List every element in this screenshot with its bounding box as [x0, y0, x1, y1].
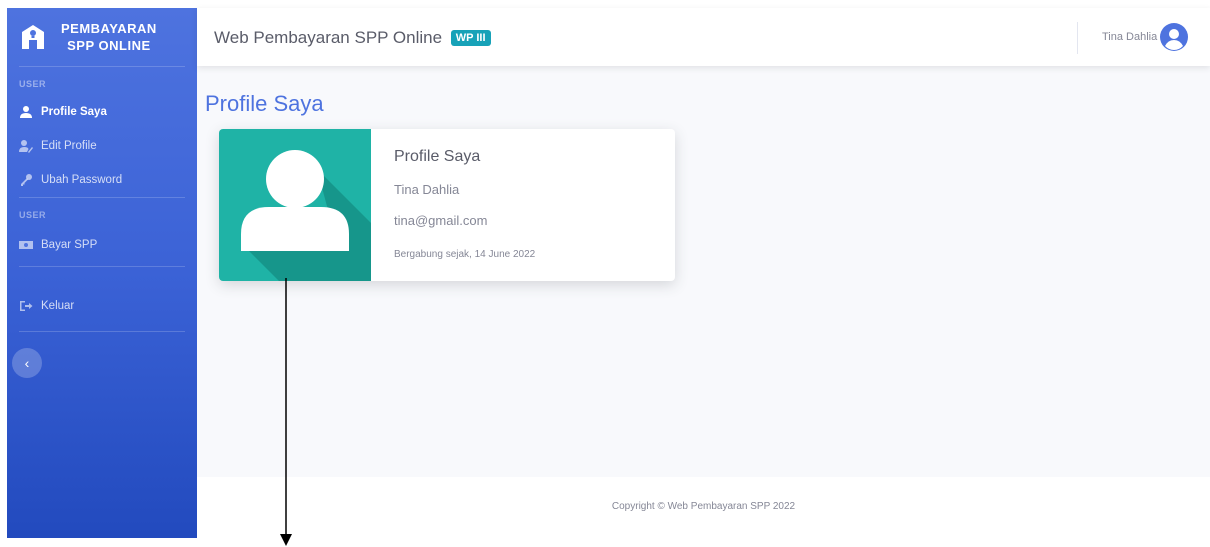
- brand-line2: SPP ONLINE: [67, 38, 151, 53]
- sidebar-item-ubah-password[interactable]: Ubah Password: [7, 163, 197, 197]
- user-edit-icon: [19, 140, 33, 153]
- key-icon: [21, 174, 32, 186]
- arrow-down-icon: [280, 278, 292, 546]
- money-icon: [19, 241, 33, 249]
- sidebar-item-profile-saya[interactable]: Profile Saya: [7, 95, 197, 129]
- page-title: Profile Saya: [205, 91, 324, 116]
- sidebar-item-bayar-spp[interactable]: Bayar SPP: [7, 228, 197, 262]
- sidebar-divider: [19, 331, 185, 332]
- sidebar-item-label: Bayar SPP: [41, 239, 98, 251]
- topbar: Web Pembayaran SPP Online WP III Tina Da…: [197, 8, 1210, 66]
- version-badge: WP III: [450, 30, 491, 46]
- sidebar: PEMBAYARAN SPP ONLINE USER Profile Saya …: [7, 8, 197, 538]
- topbar-title-text: Web Pembayaran SPP Online: [214, 28, 443, 47]
- sidebar-item-label: Ubah Password: [41, 174, 123, 186]
- sidebar-item-keluar[interactable]: Keluar: [7, 289, 197, 323]
- user-icon: [20, 106, 32, 118]
- card-title: Profile Saya: [394, 148, 481, 165]
- profile-email: tina@gmail.com: [394, 213, 488, 228]
- brand[interactable]: PEMBAYARAN SPP ONLINE: [7, 8, 197, 66]
- profile-name: Tina Dahlia: [394, 182, 460, 197]
- sidebar-heading: USER: [19, 79, 47, 89]
- sidebar-item-label: Edit Profile: [41, 140, 97, 152]
- sidebar-toggle-button[interactable]: ‹: [12, 348, 42, 378]
- sidebar-heading: USER: [19, 210, 47, 220]
- footer-copyright: Copyright © Web Pembayaran SPP 2022: [611, 501, 796, 512]
- chevron-left-icon: ‹: [24, 355, 30, 371]
- content-wrapper: Web Pembayaran SPP Online WP III Tina Da…: [197, 8, 1210, 538]
- topbar-divider: [1077, 22, 1078, 54]
- user-name[interactable]: Tina Dahlia: [1102, 31, 1157, 43]
- user-circle-icon[interactable]: [1160, 23, 1188, 51]
- sidebar-item-edit-profile[interactable]: Edit Profile: [7, 129, 197, 163]
- school-icon: [22, 25, 44, 49]
- sign-out-icon: [20, 301, 33, 311]
- sidebar-item-label: Keluar: [41, 300, 75, 312]
- sidebar-item-label: Profile Saya: [41, 106, 107, 118]
- profile-joined-date: Bergabung sejak, 14 June 2022: [394, 249, 536, 260]
- brand-name: PEMBAYARAN SPP ONLINE: [61, 20, 157, 54]
- topbar-title: Web Pembayaran SPP Online WP III: [214, 28, 491, 48]
- footer: Copyright © Web Pembayaran SPP 2022: [197, 477, 1210, 538]
- sidebar-divider: [19, 266, 185, 267]
- profile-card: Profile Saya Tina Dahlia tina@gmail.com …: [219, 129, 675, 281]
- user-avatar-icon: [219, 129, 371, 281]
- brand-line1: PEMBAYARAN: [61, 21, 157, 36]
